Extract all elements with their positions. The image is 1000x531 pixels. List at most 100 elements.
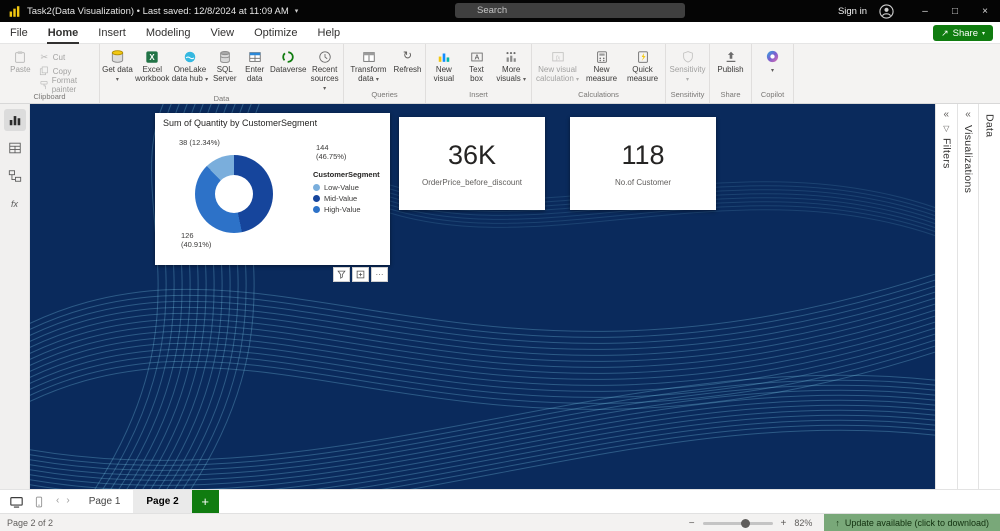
publish-button[interactable]: Publish — [713, 47, 749, 89]
zoom-in-button[interactable]: + — [781, 518, 787, 529]
status-bar: Page 2 of 2 − + 82% ↑ Update available (… — [0, 513, 1000, 531]
card-value: 36K — [447, 140, 497, 170]
copilot-button[interactable]: ▾ — [756, 47, 790, 89]
data-label-low: 38 (12.34%) — [179, 138, 220, 147]
maximize-button[interactable]: □ — [940, 0, 970, 22]
format-painter-button[interactable]: Format painter — [39, 76, 97, 94]
transform-data-button[interactable]: Transform data ▾ — [347, 47, 391, 89]
visual-calculation-icon: fx — [551, 48, 565, 65]
paste-button[interactable]: Paste — [8, 47, 33, 91]
enter-data-icon — [248, 48, 262, 65]
next-page-icon[interactable]: › — [66, 495, 69, 506]
report-canvas[interactable]: Sum of Quantity by CustomerSegment 38 (1… — [30, 104, 935, 489]
zoom-out-button[interactable]: − — [689, 518, 695, 529]
cut-icon: ✂ — [40, 51, 48, 62]
donut-chart-visual[interactable]: Sum of Quantity by CustomerSegment 38 (1… — [155, 113, 390, 265]
window-title: Task2(Data Visualization) • Last saved: … — [27, 5, 289, 17]
onelake-data-hub-button[interactable]: OneLake data hub ▾ — [172, 47, 209, 93]
excel-icon: X — [145, 48, 159, 65]
data-pane-collapsed[interactable]: Data — [978, 104, 1000, 489]
focus-mode-button[interactable] — [352, 267, 369, 282]
group-label: Calculations — [578, 90, 619, 99]
new-measure-icon — [595, 48, 609, 65]
menu-help[interactable]: Help — [308, 22, 351, 44]
menu-file[interactable]: File — [0, 22, 38, 44]
svg-text:fx: fx — [555, 54, 560, 61]
sensitivity-button[interactable]: Sensitivity ▾ — [668, 47, 707, 89]
filter-funnel-icon: ▽ — [943, 124, 950, 133]
new-visual-icon — [437, 48, 451, 65]
prev-page-icon[interactable]: ‹ — [56, 495, 59, 506]
zoom-level: 82% — [794, 518, 813, 528]
close-button[interactable]: × — [970, 0, 1000, 22]
text-box-button[interactable]: A Text box — [462, 47, 492, 89]
dataverse-button[interactable]: Dataverse — [270, 47, 306, 93]
menu-modeling[interactable]: Modeling — [136, 22, 201, 44]
expand-pane-icon[interactable]: « — [944, 110, 950, 120]
ribbon-group-sensitivity: Sensitivity ▾ Sensitivity — [666, 44, 710, 103]
card-label: OrderPrice_before_discount — [421, 178, 523, 187]
filters-pane-collapsed[interactable]: « ▽ Filters — [935, 104, 957, 489]
ribbon-group-queries: Transform data ▾ ↻ Refresh Queries — [344, 44, 426, 103]
ribbon-group-share: Publish Share — [710, 44, 752, 103]
sensitivity-icon — [681, 48, 695, 65]
desktop-view-icon[interactable] — [9, 495, 24, 509]
power-bi-logo-icon — [8, 5, 21, 18]
new-visual-button[interactable]: New visual — [428, 47, 460, 89]
more-visuals-button[interactable]: More visuals ▾ — [493, 47, 529, 89]
filter-button[interactable] — [333, 267, 350, 282]
legend-item[interactable]: Low-Value — [313, 182, 380, 193]
recent-sources-button[interactable]: Recent sources ▾ — [308, 47, 341, 93]
page-tab-2[interactable]: Page 2 — [133, 489, 192, 514]
quick-measure-button[interactable]: Quick measure — [623, 47, 663, 89]
group-label: Share — [720, 90, 741, 99]
avatar[interactable] — [879, 3, 894, 19]
update-text: Update available (click to download) — [844, 518, 989, 528]
mobile-view-icon[interactable] — [33, 495, 45, 509]
search-input[interactable] — [455, 3, 685, 18]
minimize-button[interactable]: – — [910, 0, 940, 22]
legend-title: CustomerSegment — [313, 170, 380, 179]
new-measure-button[interactable]: New measure — [583, 47, 621, 89]
add-page-button[interactable]: + — [191, 489, 219, 514]
zoom-slider-thumb[interactable] — [741, 518, 751, 528]
new-visual-calculation-button[interactable]: fx New visual calculation ▾ — [535, 47, 581, 89]
sql-server-button[interactable]: SQL Server — [210, 47, 239, 93]
menu-view[interactable]: View — [200, 22, 244, 44]
chevron-down-icon[interactable]: ▾ — [295, 7, 299, 15]
sign-in-button[interactable]: Sign in — [838, 6, 867, 17]
cut-button[interactable]: ✂ Cut — [39, 51, 97, 63]
enter-data-button[interactable]: Enter data — [241, 47, 268, 93]
menu-insert[interactable]: Insert — [88, 22, 136, 44]
ribbon-spacer — [794, 44, 1000, 103]
model-view-button[interactable] — [4, 165, 26, 187]
ribbon-group-data: Get data ▾ X Excel workbook OneLake data… — [100, 44, 344, 103]
get-data-button[interactable]: Get data ▾ — [102, 47, 133, 93]
excel-workbook-button[interactable]: X Excel workbook — [135, 47, 170, 93]
table-view-button[interactable] — [4, 137, 26, 159]
refresh-button[interactable]: ↻ Refresh — [393, 47, 423, 89]
more-options-button[interactable]: ··· — [371, 267, 388, 282]
quick-measure-icon — [636, 48, 650, 65]
chevron-down-icon: ▾ — [115, 77, 119, 84]
page-tab-1[interactable]: Page 1 — [76, 490, 134, 514]
page-indicator: Page 2 of 2 — [7, 517, 54, 528]
expand-pane-icon[interactable]: « — [965, 110, 971, 120]
visualizations-pane-collapsed[interactable]: « Visualizations — [956, 104, 979, 489]
card-visual-customers[interactable]: 118 No.of Customer — [570, 117, 716, 210]
visualizations-pane-label: Visualizations — [962, 125, 974, 194]
share-button[interactable]: ↗ Share ▾ — [933, 25, 993, 41]
format-painter-icon — [39, 80, 49, 90]
group-label: Sensitivity — [670, 90, 705, 99]
legend-item[interactable]: Mid-Value — [313, 193, 380, 204]
report-view-button[interactable] — [3, 109, 26, 131]
menu-optimize[interactable]: Optimize — [244, 22, 307, 44]
update-notification[interactable]: ↑ Update available (click to download) — [824, 514, 1000, 531]
zoom-slider[interactable] — [702, 518, 773, 528]
dataverse-icon — [281, 48, 295, 65]
group-label: Copilot — [760, 90, 785, 99]
menu-home[interactable]: Home — [38, 22, 89, 44]
card-visual-orderprice[interactable]: 36K OrderPrice_before_discount — [399, 117, 545, 210]
dax-query-view-button[interactable]: fx — [4, 193, 26, 215]
legend-item[interactable]: High-Value — [313, 204, 380, 215]
